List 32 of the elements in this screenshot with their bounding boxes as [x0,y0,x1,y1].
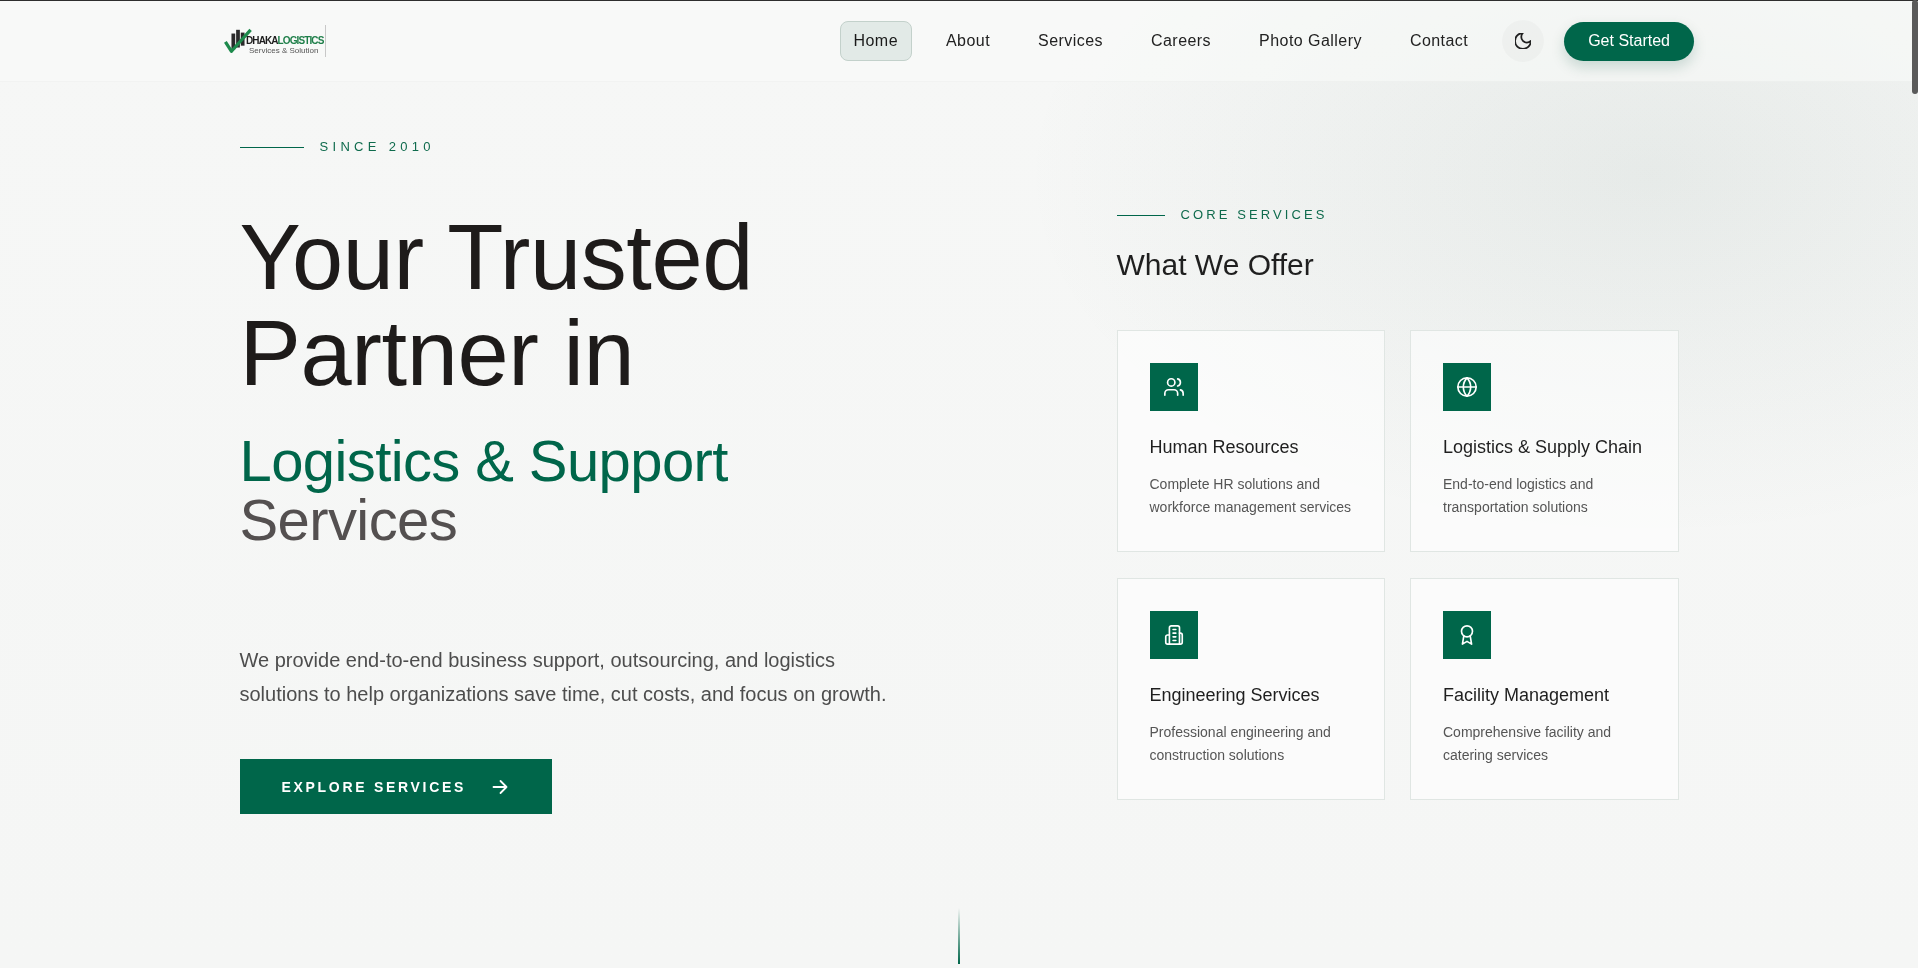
service-description: End-to-end logistics and transportation solutions [1443,475,1595,517]
scroll-indicator-line [958,908,960,964]
building-icon [1149,611,1198,659]
hero-description: We provide end-to-end business support, outsourcing, and logistics solutions to help organizations save time, cut costs, and focus on growth. [239,648,888,707]
service-title: Facility Management [1443,684,1610,707]
section-title: What We Offer [1116,247,1314,283]
theme-toggle-button[interactable] [1502,20,1545,62]
medal-icon [1443,611,1491,659]
nav-link[interactable]: Home [839,21,912,61]
people-icon [1149,363,1198,411]
explore-services-button[interactable]: EXPLORE SERVICES [239,759,553,814]
nav-link[interactable]: About [932,21,1005,61]
service-description: Professional engineering and construction solutions [1149,723,1332,765]
service-title: Engineering Services [1149,684,1320,707]
service-description: Comprehensive facility and catering services [1443,723,1613,765]
logo-tagline: Services & Solution [249,46,320,55]
logo-wordmark: DHAKALOGISTICS [246,35,324,46]
nav-link[interactable]: Services [1024,21,1117,61]
scrollbar-thumb[interactable] [1912,0,1918,94]
hero-heading: Your Trusted Partner in Logistics & Support Services [239,209,753,549]
arrow-right-icon [492,778,509,795]
service-description: Complete HR solutions and workforce management services [1149,475,1353,517]
nav-link[interactable]: Careers [1137,21,1226,61]
core-services-label: CORE SERVICES [1180,206,1328,224]
moon-icon [1515,33,1532,49]
globe-icon [1443,363,1491,411]
nav-link[interactable]: Contact [1395,21,1483,61]
get-started-button[interactable]: Get Started [1564,21,1694,61]
service-title: Human Resources [1149,436,1299,459]
nav-link[interactable]: Photo Gallery [1245,21,1376,61]
service-title: Logistics & Supply Chain [1443,436,1643,459]
since-label: SINCE 2010 [319,138,435,156]
